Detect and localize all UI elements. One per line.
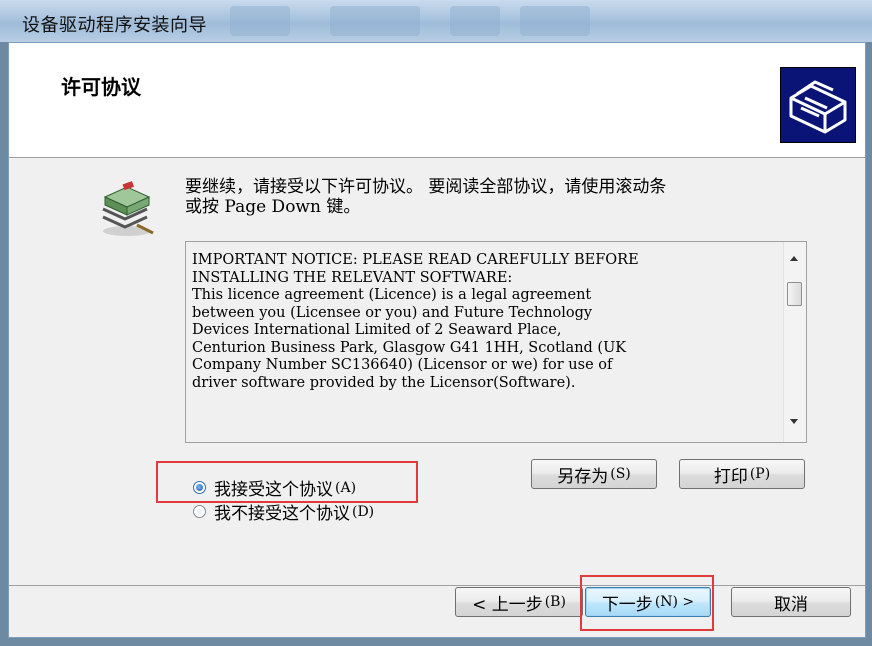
license-text: IMPORTANT NOTICE: PLEASE READ CAREFULLY …	[192, 252, 639, 391]
hardware-wizard-icon	[780, 67, 856, 143]
save-as-shortcut: (S)	[610, 466, 631, 482]
footer-divider	[9, 585, 865, 586]
license-textbox[interactable]: IMPORTANT NOTICE: PLEASE READ CAREFULLY …	[185, 241, 807, 443]
wizard-header: 许可协议	[9, 43, 865, 158]
title-bar: 设备驱动程序安装向导	[0, 0, 872, 42]
license-scrollbar[interactable]	[783, 242, 806, 442]
instructions-line-2: 或按 Page Down 键。	[185, 197, 361, 217]
print-label: 打印	[713, 466, 748, 487]
print-button[interactable]: 打印 (P)	[679, 459, 805, 489]
scroll-up-arrow-icon[interactable]	[790, 256, 798, 261]
radio-unchecked-icon[interactable]	[193, 505, 206, 518]
next-highlight-box	[580, 575, 714, 631]
back-label: < 上一步	[472, 594, 543, 615]
background-blur	[450, 6, 500, 36]
scroll-down-arrow-icon[interactable]	[790, 419, 798, 424]
window-title: 设备驱动程序安装向导	[22, 15, 207, 36]
save-as-label: 另存为	[557, 466, 609, 487]
instructions-line-1: 要继续，请接受以下许可协议。 要阅读全部协议，请使用滚动条	[185, 177, 667, 197]
page-title: 许可协议	[61, 75, 141, 99]
scroll-thumb[interactable]	[787, 282, 802, 306]
background-blur	[230, 6, 290, 36]
installer-icon	[97, 175, 157, 239]
cancel-label: 取消	[774, 594, 808, 615]
decline-shortcut: (D)	[352, 503, 375, 520]
back-shortcut: (B)	[544, 594, 566, 610]
background-blur	[520, 6, 590, 36]
wizard-dialog: 许可协议 要继续，请接受以下许可协议。 要阅读全部协议，请使用滚动条 或按 Pa…	[8, 42, 866, 638]
back-button[interactable]: < 上一步 (B)	[455, 587, 583, 617]
accept-highlight-box	[156, 461, 418, 503]
instructions-text: 要继续，请接受以下许可协议。 要阅读全部协议，请使用滚动条 或按 Page Do…	[185, 177, 825, 217]
cancel-button[interactable]: 取消	[731, 587, 851, 617]
background-blur	[330, 6, 420, 36]
print-shortcut: (P)	[749, 466, 771, 482]
save-as-button[interactable]: 另存为 (S)	[531, 459, 657, 489]
